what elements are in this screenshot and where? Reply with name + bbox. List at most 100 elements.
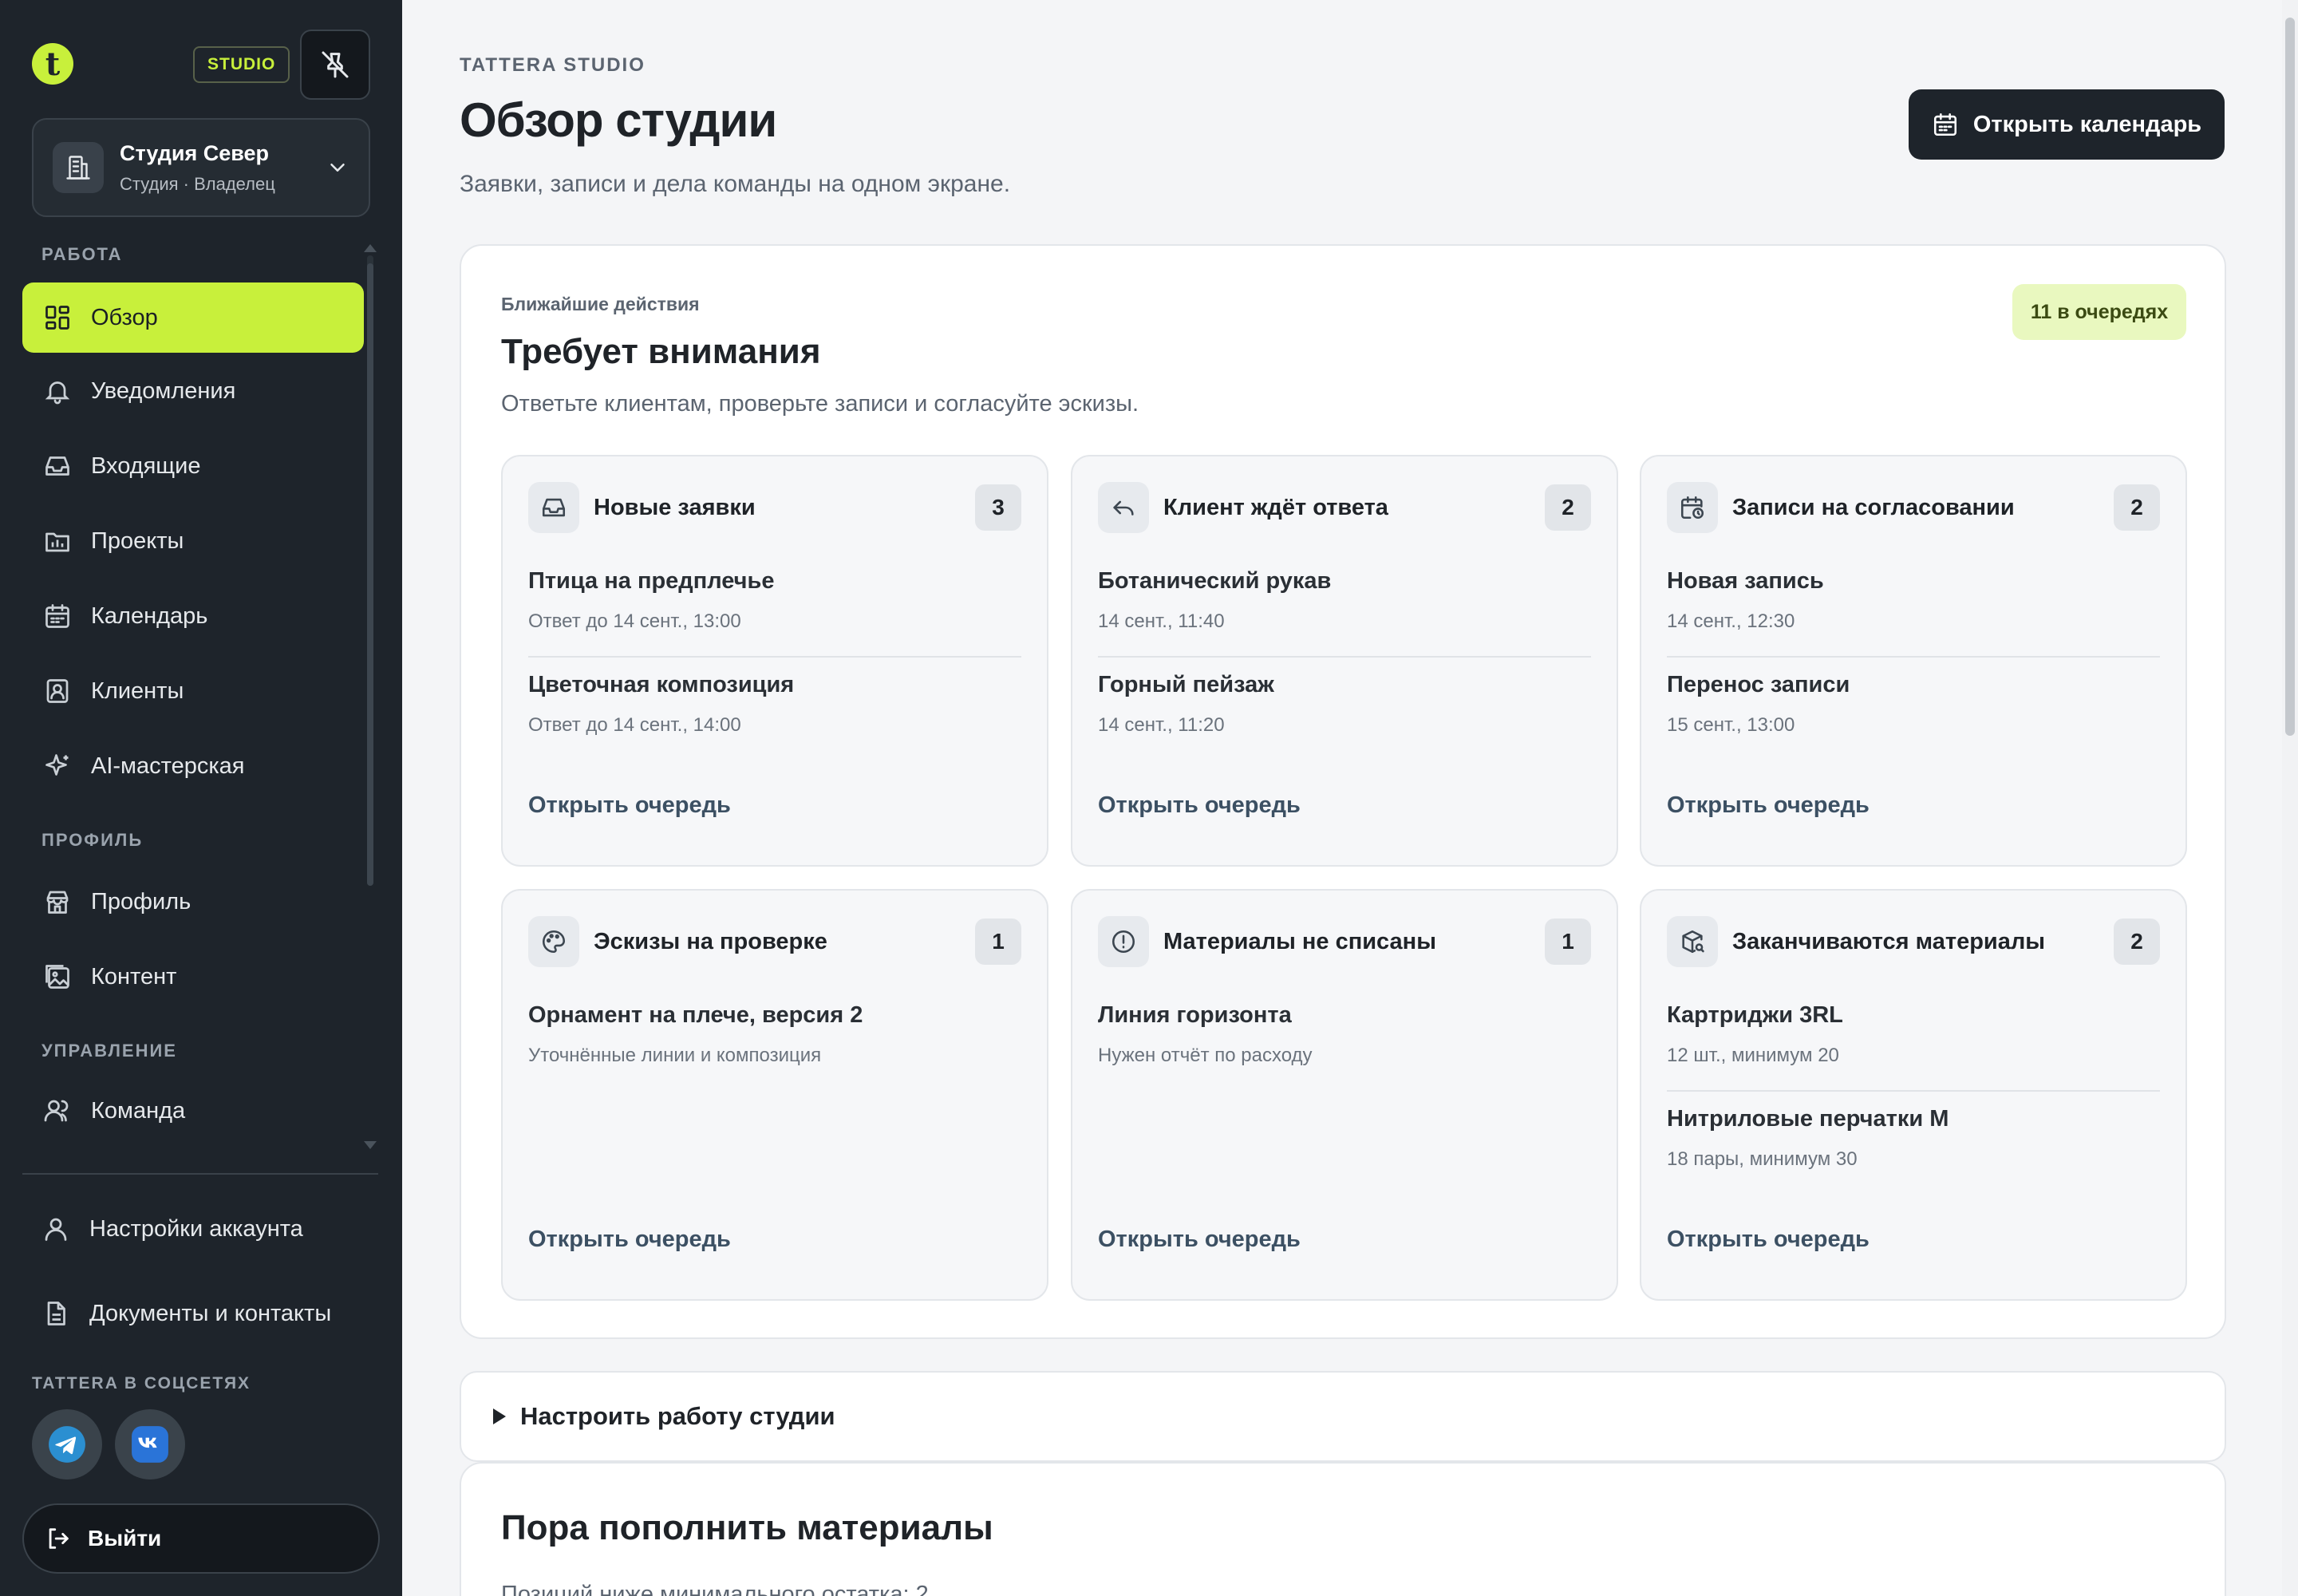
entry-title: Птица на предплечье	[528, 568, 775, 594]
queue-card-materials-running-low: Заканчиваются материалы 2 Картриджи 3RL …	[1640, 889, 2187, 1301]
sidebar-item-label: Клиенты	[91, 678, 184, 704]
list-item[interactable]: Перенос записи 15 сент., 13:00	[1667, 672, 2160, 737]
page-scrollbar-thumb[interactable]	[2285, 18, 2295, 736]
open-queue-link[interactable]: Открыть очередь	[1667, 792, 1870, 819]
list-item[interactable]: Орнамент на плече, версия 2 Уточнённые л…	[528, 1002, 1021, 1067]
studio-setup-disclosure[interactable]: Настроить работу студии	[460, 1371, 2226, 1462]
restock-materials-panel: Пора пополнить материалы Позиций ниже ми…	[460, 1462, 2226, 1596]
entry-title: Цветочная композиция	[528, 672, 795, 697]
sidebar-item-content[interactable]: Контент	[22, 942, 364, 1012]
open-calendar-button[interactable]: Открыть календарь	[1909, 89, 2225, 160]
scroll-down-arrow-icon[interactable]	[364, 1141, 377, 1149]
sparkles-icon	[45, 754, 69, 776]
document-icon	[47, 1302, 65, 1325]
telegram-icon	[49, 1426, 85, 1463]
entry-divider	[528, 656, 1021, 658]
building-icon	[53, 142, 104, 193]
open-queue-link[interactable]: Открыть очередь	[528, 792, 731, 819]
attention-panel: Ближайшие действия Требует внимания Отве…	[460, 244, 2226, 1339]
open-queue-link[interactable]: Открыть очередь	[528, 1227, 731, 1253]
attention-subtitle: Ответьте клиентам, проверьте записи и со…	[501, 391, 1139, 417]
workspace-switcher[interactable]: Студия Север Студия · Владелец	[32, 118, 370, 217]
section-label-profile: ПРОФИЛЬ	[41, 830, 144, 850]
sidebar-item-inbox[interactable]: Входящие	[22, 431, 364, 501]
list-item[interactable]: Птица на предплечье Ответ до 14 сент., 1…	[528, 568, 1021, 633]
dashboard-icon	[45, 306, 69, 330]
vk-icon	[132, 1426, 168, 1463]
entry-title: Нитриловые перчатки M	[1667, 1106, 1949, 1132]
scroll-up-arrow-icon[interactable]	[364, 244, 377, 252]
sidebar-item-projects[interactable]: Проекты	[22, 506, 364, 576]
studio-setup-label: Настроить работу студии	[520, 1402, 835, 1430]
sidebar-item-notifications[interactable]: Уведомления	[22, 356, 364, 426]
sidebar-item-ai-workshop[interactable]: AI-мастерская	[22, 731, 364, 801]
list-item[interactable]: Горный пейзаж 14 сент., 11:20	[1098, 672, 1591, 737]
entry-title: Горный пейзаж	[1098, 672, 1274, 697]
card-title: Новые заявки	[594, 494, 756, 520]
section-label-work: РАБОТА	[41, 244, 123, 264]
list-item[interactable]: Ботанический рукав 14 сент., 11:40	[1098, 568, 1591, 633]
card-count-badge: 2	[1545, 484, 1591, 531]
sidebar-item-clients[interactable]: Клиенты	[22, 656, 364, 726]
restock-subtitle: Позиций ниже минимального остатка: 2	[501, 1582, 929, 1596]
sidebar-item-calendar[interactable]: Календарь	[22, 581, 364, 651]
page-subtitle: Заявки, записи и дела команды на одном э…	[460, 171, 1011, 197]
sidebar-scrollbar-thumb[interactable]	[367, 263, 373, 886]
list-item[interactable]: Картриджи 3RL 12 шт., минимум 20	[1667, 1002, 2160, 1067]
entry-meta: Уточнённые линии и композиция	[528, 1045, 822, 1066]
card-title: Клиент ждёт ответа	[1163, 494, 1388, 520]
entry-title: Линия горизонта	[1098, 1002, 1292, 1028]
contact-card-icon	[46, 679, 69, 703]
bell-icon	[45, 381, 70, 405]
logout-icon	[49, 1528, 69, 1549]
restock-title: Пора пополнить материалы	[501, 1508, 993, 1547]
list-item[interactable]: Линия горизонта Нужен отчёт по расходу	[1098, 1002, 1591, 1067]
sidebar-item-overview[interactable]: Обзор	[22, 282, 364, 353]
documents-contacts-link[interactable]: Документы и контакты	[22, 1278, 378, 1349]
user-icon	[45, 1218, 67, 1241]
sidebar-item-label: Входящие	[91, 452, 201, 479]
list-item[interactable]: Цветочная композиция Ответ до 14 сент., …	[528, 672, 1021, 737]
page-title: Обзор студии	[460, 93, 777, 147]
list-item[interactable]: Новая запись 14 сент., 12:30	[1667, 568, 2160, 633]
sidebar-item-label: Проекты	[91, 527, 184, 554]
vk-link[interactable]	[115, 1409, 185, 1479]
open-queue-link[interactable]: Открыть очередь	[1098, 1227, 1301, 1253]
attention-eyebrow: Ближайшие действия	[501, 294, 700, 314]
open-queue-link[interactable]: Открыть очередь	[1667, 1227, 1870, 1253]
entry-meta: Ответ до 14 сент., 13:00	[528, 610, 741, 632]
calendar-icon	[45, 604, 69, 628]
disclosure-triangle-icon	[493, 1408, 506, 1424]
store-icon	[46, 891, 69, 914]
card-count-badge: 3	[975, 484, 1021, 531]
card-count-badge: 2	[2114, 918, 2160, 965]
open-queue-link[interactable]: Открыть очередь	[1098, 792, 1301, 819]
list-item[interactable]: Нитриловые перчатки M 18 пары, минимум 3…	[1667, 1106, 2160, 1171]
package-search-icon	[1667, 916, 1718, 967]
logout-button[interactable]: Выйти	[22, 1503, 380, 1574]
chevron-down-icon	[330, 164, 345, 172]
account-settings-link[interactable]: Настройки аккаунта	[22, 1194, 378, 1264]
card-count-badge: 1	[975, 918, 1021, 965]
telegram-link[interactable]	[32, 1409, 102, 1479]
section-label-management: УПРАВЛЕНИЕ	[41, 1041, 177, 1061]
sidebar-item-profile[interactable]: Профиль	[22, 867, 364, 937]
entry-meta: 18 пары, минимум 30	[1667, 1148, 1858, 1170]
entry-meta: 14 сент., 11:40	[1098, 610, 1225, 632]
sidebar-divider	[22, 1173, 378, 1175]
sidebar-item-label: AI-мастерская	[91, 753, 245, 779]
card-count-badge: 2	[2114, 484, 2160, 531]
unpin-sidebar-button[interactable]	[300, 30, 370, 100]
users-icon	[44, 1100, 69, 1122]
social-label: TATTERA В СОЦСЕТЯХ	[32, 1374, 251, 1393]
logout-label: Выйти	[88, 1526, 162, 1551]
folder-chart-icon	[45, 532, 69, 552]
tattera-logo[interactable]: t	[32, 43, 73, 85]
entry-divider	[1667, 1090, 2160, 1092]
sidebar-item-label: Календарь	[91, 602, 208, 629]
sidebar-item-team[interactable]: Команда	[22, 1076, 364, 1146]
inbox-icon	[528, 482, 579, 533]
inbox-icon	[45, 456, 69, 476]
calendar-clock-icon	[1667, 482, 1718, 533]
reply-icon	[1098, 482, 1149, 533]
